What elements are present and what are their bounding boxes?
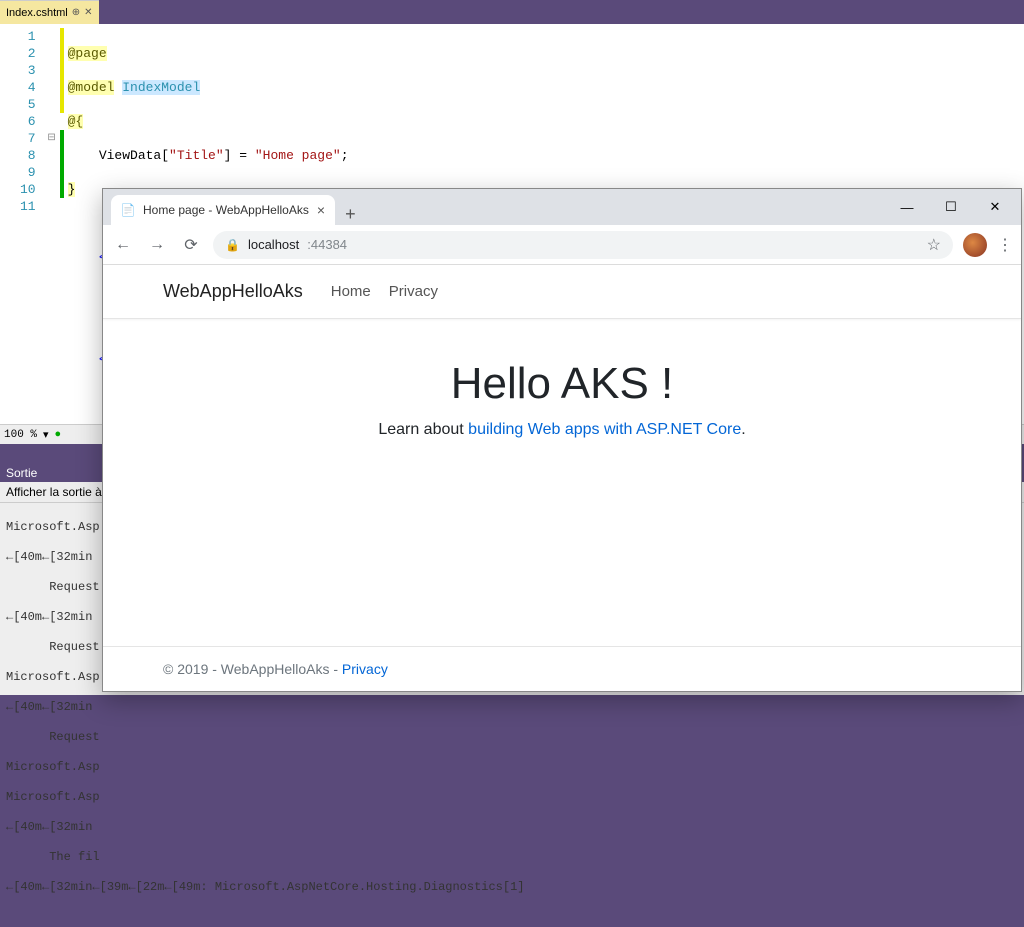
browser-window: 📄 Home page - WebAppHelloAks × + — ☐ ✕ ←… xyxy=(102,188,1022,692)
output-line: Microsoft.Asp xyxy=(6,790,1018,805)
profile-avatar[interactable] xyxy=(963,233,987,257)
fold-gutter: ⊟ xyxy=(44,24,60,444)
nav-privacy-link[interactable]: Privacy xyxy=(389,283,438,300)
address-bar: ← → ⟳ 🔒 localhost :44384 ☆ ⋮ xyxy=(103,225,1021,265)
fold-toggle-icon[interactable]: ⊟ xyxy=(44,130,60,147)
close-icon[interactable]: × xyxy=(317,202,325,218)
tab-title: Home page - WebAppHelloAks xyxy=(143,203,309,217)
url-input[interactable]: 🔒 localhost :44384 ☆ xyxy=(213,231,953,259)
favicon-icon: 📄 xyxy=(121,203,135,217)
lock-icon: 🔒 xyxy=(225,238,240,252)
status-ok-icon: ● xyxy=(55,429,62,441)
output-line: ←[40m←[32min←[39m←[22m←[49m: Microsoft.A… xyxy=(6,880,1018,895)
url-port: :44384 xyxy=(307,237,347,252)
browser-tab-active[interactable]: 📄 Home page - WebAppHelloAks × xyxy=(111,195,335,225)
page-navbar: WebAppHelloAks Home Privacy xyxy=(103,265,1021,319)
editor-tab-bar: Index.cshtml ⊕ ✕ xyxy=(0,0,1024,24)
pin-icon[interactable]: ⊕ xyxy=(72,7,80,18)
new-tab-button[interactable]: + xyxy=(335,204,366,225)
docs-link[interactable]: building Web apps with ASP.NET Core xyxy=(468,421,741,438)
kebab-menu-icon[interactable]: ⋮ xyxy=(997,235,1013,255)
footer-privacy-link[interactable]: Privacy xyxy=(342,661,388,677)
maximize-button[interactable]: ☐ xyxy=(931,193,971,221)
page-lead: Learn about building Web apps with ASP.N… xyxy=(103,421,1021,439)
forward-button[interactable]: → xyxy=(145,236,169,254)
nav-home-link[interactable]: Home xyxy=(331,283,371,300)
close-icon[interactable]: ✕ xyxy=(84,7,92,18)
bookmark-star-icon[interactable]: ☆ xyxy=(927,235,941,255)
tab-label: Index.cshtml xyxy=(6,7,68,19)
back-button[interactable]: ← xyxy=(111,236,135,254)
reload-button[interactable]: ⟳ xyxy=(179,235,203,255)
editor-tab-index[interactable]: Index.cshtml ⊕ ✕ xyxy=(0,0,99,24)
output-line: Microsoft.Asp xyxy=(6,760,1018,775)
line-number-gutter: 1 2 3 4 5 6 7 8 9 10 11 xyxy=(0,24,44,444)
output-line: Request xyxy=(6,730,1018,745)
zoom-level[interactable]: 100 % xyxy=(4,429,37,441)
page-main: Hello AKS ! Learn about building Web app… xyxy=(103,319,1021,646)
rendered-page: WebAppHelloAks Home Privacy Hello AKS ! … xyxy=(103,265,1021,691)
browser-tab-strip: 📄 Home page - WebAppHelloAks × + — ☐ ✕ xyxy=(103,189,1021,225)
window-controls: — ☐ ✕ xyxy=(887,193,1015,221)
url-host: localhost xyxy=(248,237,299,252)
brand-link[interactable]: WebAppHelloAks xyxy=(163,281,303,302)
page-footer: © 2019 - WebAppHelloAks - Privacy xyxy=(103,646,1021,691)
zoom-dropdown-icon[interactable]: ▾ xyxy=(43,428,49,442)
minimize-button[interactable]: — xyxy=(887,193,927,221)
output-line: The fil xyxy=(6,850,1018,865)
output-line: ←[40m←[32min xyxy=(6,700,1018,715)
page-heading: Hello AKS ! xyxy=(103,359,1021,409)
close-button[interactable]: ✕ xyxy=(975,193,1015,221)
output-line: ←[40m←[32min xyxy=(6,820,1018,835)
